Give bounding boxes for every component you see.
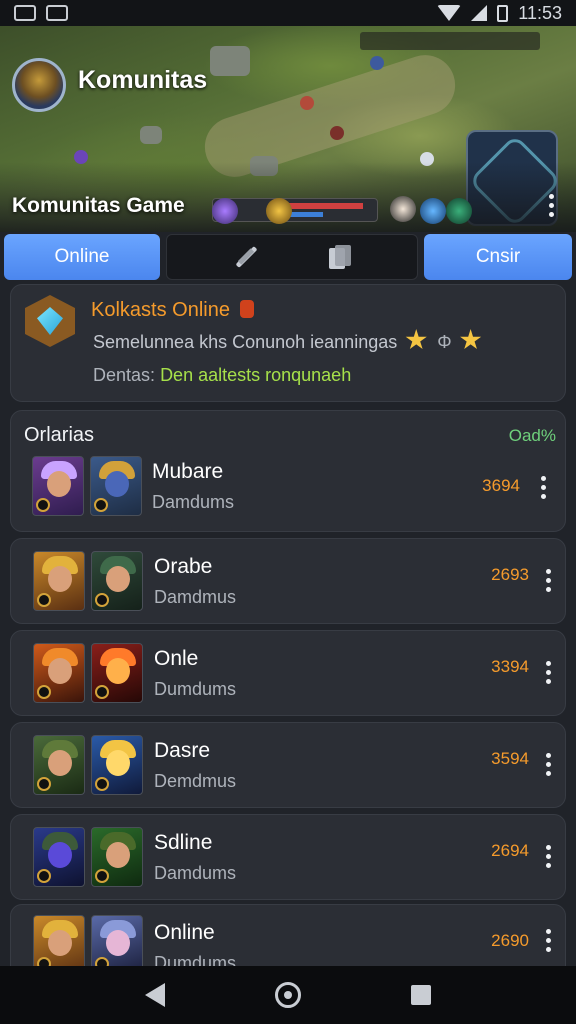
list-item[interactable]: Orabe Damdmus 2693 bbox=[10, 538, 566, 624]
signal-icon bbox=[471, 5, 488, 21]
hero-avatar-icon bbox=[32, 456, 84, 516]
row-menu-icon[interactable] bbox=[545, 929, 551, 952]
hero-avatar-icon bbox=[91, 827, 143, 887]
featured-meta: Dentas: Den aaltests ronqunaeh bbox=[93, 365, 352, 385]
list-item[interactable]: Dasre Demdmus 3594 bbox=[10, 722, 566, 808]
star-icon bbox=[405, 329, 427, 350]
featured-title: Kolkasts Online bbox=[91, 299, 254, 322]
hero-avatar-icon bbox=[91, 551, 143, 611]
list-item-name: Online bbox=[154, 921, 215, 944]
list-item-name: Mubare bbox=[152, 460, 224, 483]
list-item-subtitle: Damdmus bbox=[154, 587, 237, 607]
tab-bar: Online Cnsir bbox=[4, 234, 572, 280]
list-meta: Oad% bbox=[508, 426, 556, 445]
hero-avatar[interactable] bbox=[12, 58, 66, 112]
community-screen: 11:53 Komunitas Komunitas Game Online Cn… bbox=[0, 0, 576, 1024]
tab-tools[interactable] bbox=[166, 234, 418, 280]
hero-avatar-icon bbox=[91, 735, 143, 795]
row-menu-icon[interactable] bbox=[545, 845, 551, 868]
list-title: Orlarias bbox=[24, 424, 95, 446]
sword-icon[interactable] bbox=[233, 244, 259, 270]
tab-cnsir[interactable]: Cnsir bbox=[424, 234, 572, 280]
item-icon bbox=[266, 198, 292, 224]
home-icon[interactable] bbox=[275, 982, 301, 1008]
list-item-name: Onle bbox=[154, 647, 199, 670]
phi-icon: Φ bbox=[437, 332, 452, 352]
featured-card[interactable]: Kolkasts Online Semelunnea khs Conunoh i… bbox=[10, 284, 566, 402]
row-menu-icon[interactable] bbox=[545, 661, 551, 684]
list-item-score: 3394 bbox=[491, 657, 529, 676]
gem-hexagon-icon bbox=[25, 295, 75, 347]
row-menu-icon[interactable] bbox=[545, 753, 551, 776]
list-item-subtitle: Damdums bbox=[154, 863, 237, 883]
hero-banner: Komunitas Komunitas Game bbox=[0, 26, 576, 232]
back-icon[interactable] bbox=[145, 983, 165, 1007]
documents-icon[interactable] bbox=[329, 245, 351, 269]
wifi-icon bbox=[437, 5, 462, 21]
hero-avatar-icon bbox=[33, 643, 85, 703]
gallery-icon bbox=[14, 5, 36, 21]
hero-portrait-icon bbox=[390, 196, 416, 222]
hero-avatar-icon bbox=[33, 551, 85, 611]
list-item[interactable]: Mubare Damdums 3694 bbox=[22, 456, 546, 526]
skill-icon bbox=[212, 198, 238, 224]
list-item-score: 2693 bbox=[491, 565, 529, 584]
list-item-name: Dasre bbox=[154, 739, 211, 762]
ability-icon bbox=[420, 198, 446, 224]
list-item-subtitle: Demdmus bbox=[154, 771, 237, 791]
tab-online[interactable]: Online bbox=[4, 234, 160, 280]
hero-avatar-icon bbox=[33, 827, 85, 887]
hero-avatar-icon bbox=[33, 735, 85, 795]
list-item-name: Orabe bbox=[154, 555, 213, 578]
list-item-score: 3694 bbox=[482, 476, 520, 495]
hero-menu-icon[interactable] bbox=[548, 194, 554, 217]
list-item-score: 2690 bbox=[491, 931, 529, 950]
list-item-score: 3594 bbox=[491, 749, 529, 768]
status-bar: 11:53 bbox=[0, 0, 576, 26]
list-item-subtitle: Damdums bbox=[152, 492, 235, 512]
fire-badge-icon bbox=[239, 300, 254, 318]
hero-subtitle: Komunitas Game bbox=[12, 194, 185, 217]
star-icon bbox=[460, 329, 482, 350]
list-item-subtitle: Dumdums bbox=[154, 679, 237, 699]
hero-avatar-icon bbox=[90, 456, 142, 516]
battery-icon bbox=[497, 4, 509, 22]
recent-apps-icon[interactable] bbox=[411, 985, 431, 1005]
system-nav-bar bbox=[0, 966, 576, 1024]
list-item[interactable]: Onle Dumdums 3394 bbox=[10, 630, 566, 716]
list-item[interactable]: Sdline Damdums 2694 bbox=[10, 814, 566, 900]
list-item-name: Sdline bbox=[154, 831, 213, 854]
row-menu-icon[interactable] bbox=[545, 569, 551, 592]
featured-description: Semelunnea khs Conunoh ieanningas Φ bbox=[93, 329, 482, 353]
hero-title: Komunitas bbox=[78, 66, 208, 94]
row-menu-icon[interactable] bbox=[540, 476, 546, 499]
hero-avatar-icon bbox=[91, 643, 143, 703]
ability-icon bbox=[446, 198, 472, 224]
list-item-score: 2694 bbox=[491, 841, 529, 860]
mail-icon bbox=[46, 5, 68, 21]
status-time: 11:53 bbox=[518, 2, 562, 23]
